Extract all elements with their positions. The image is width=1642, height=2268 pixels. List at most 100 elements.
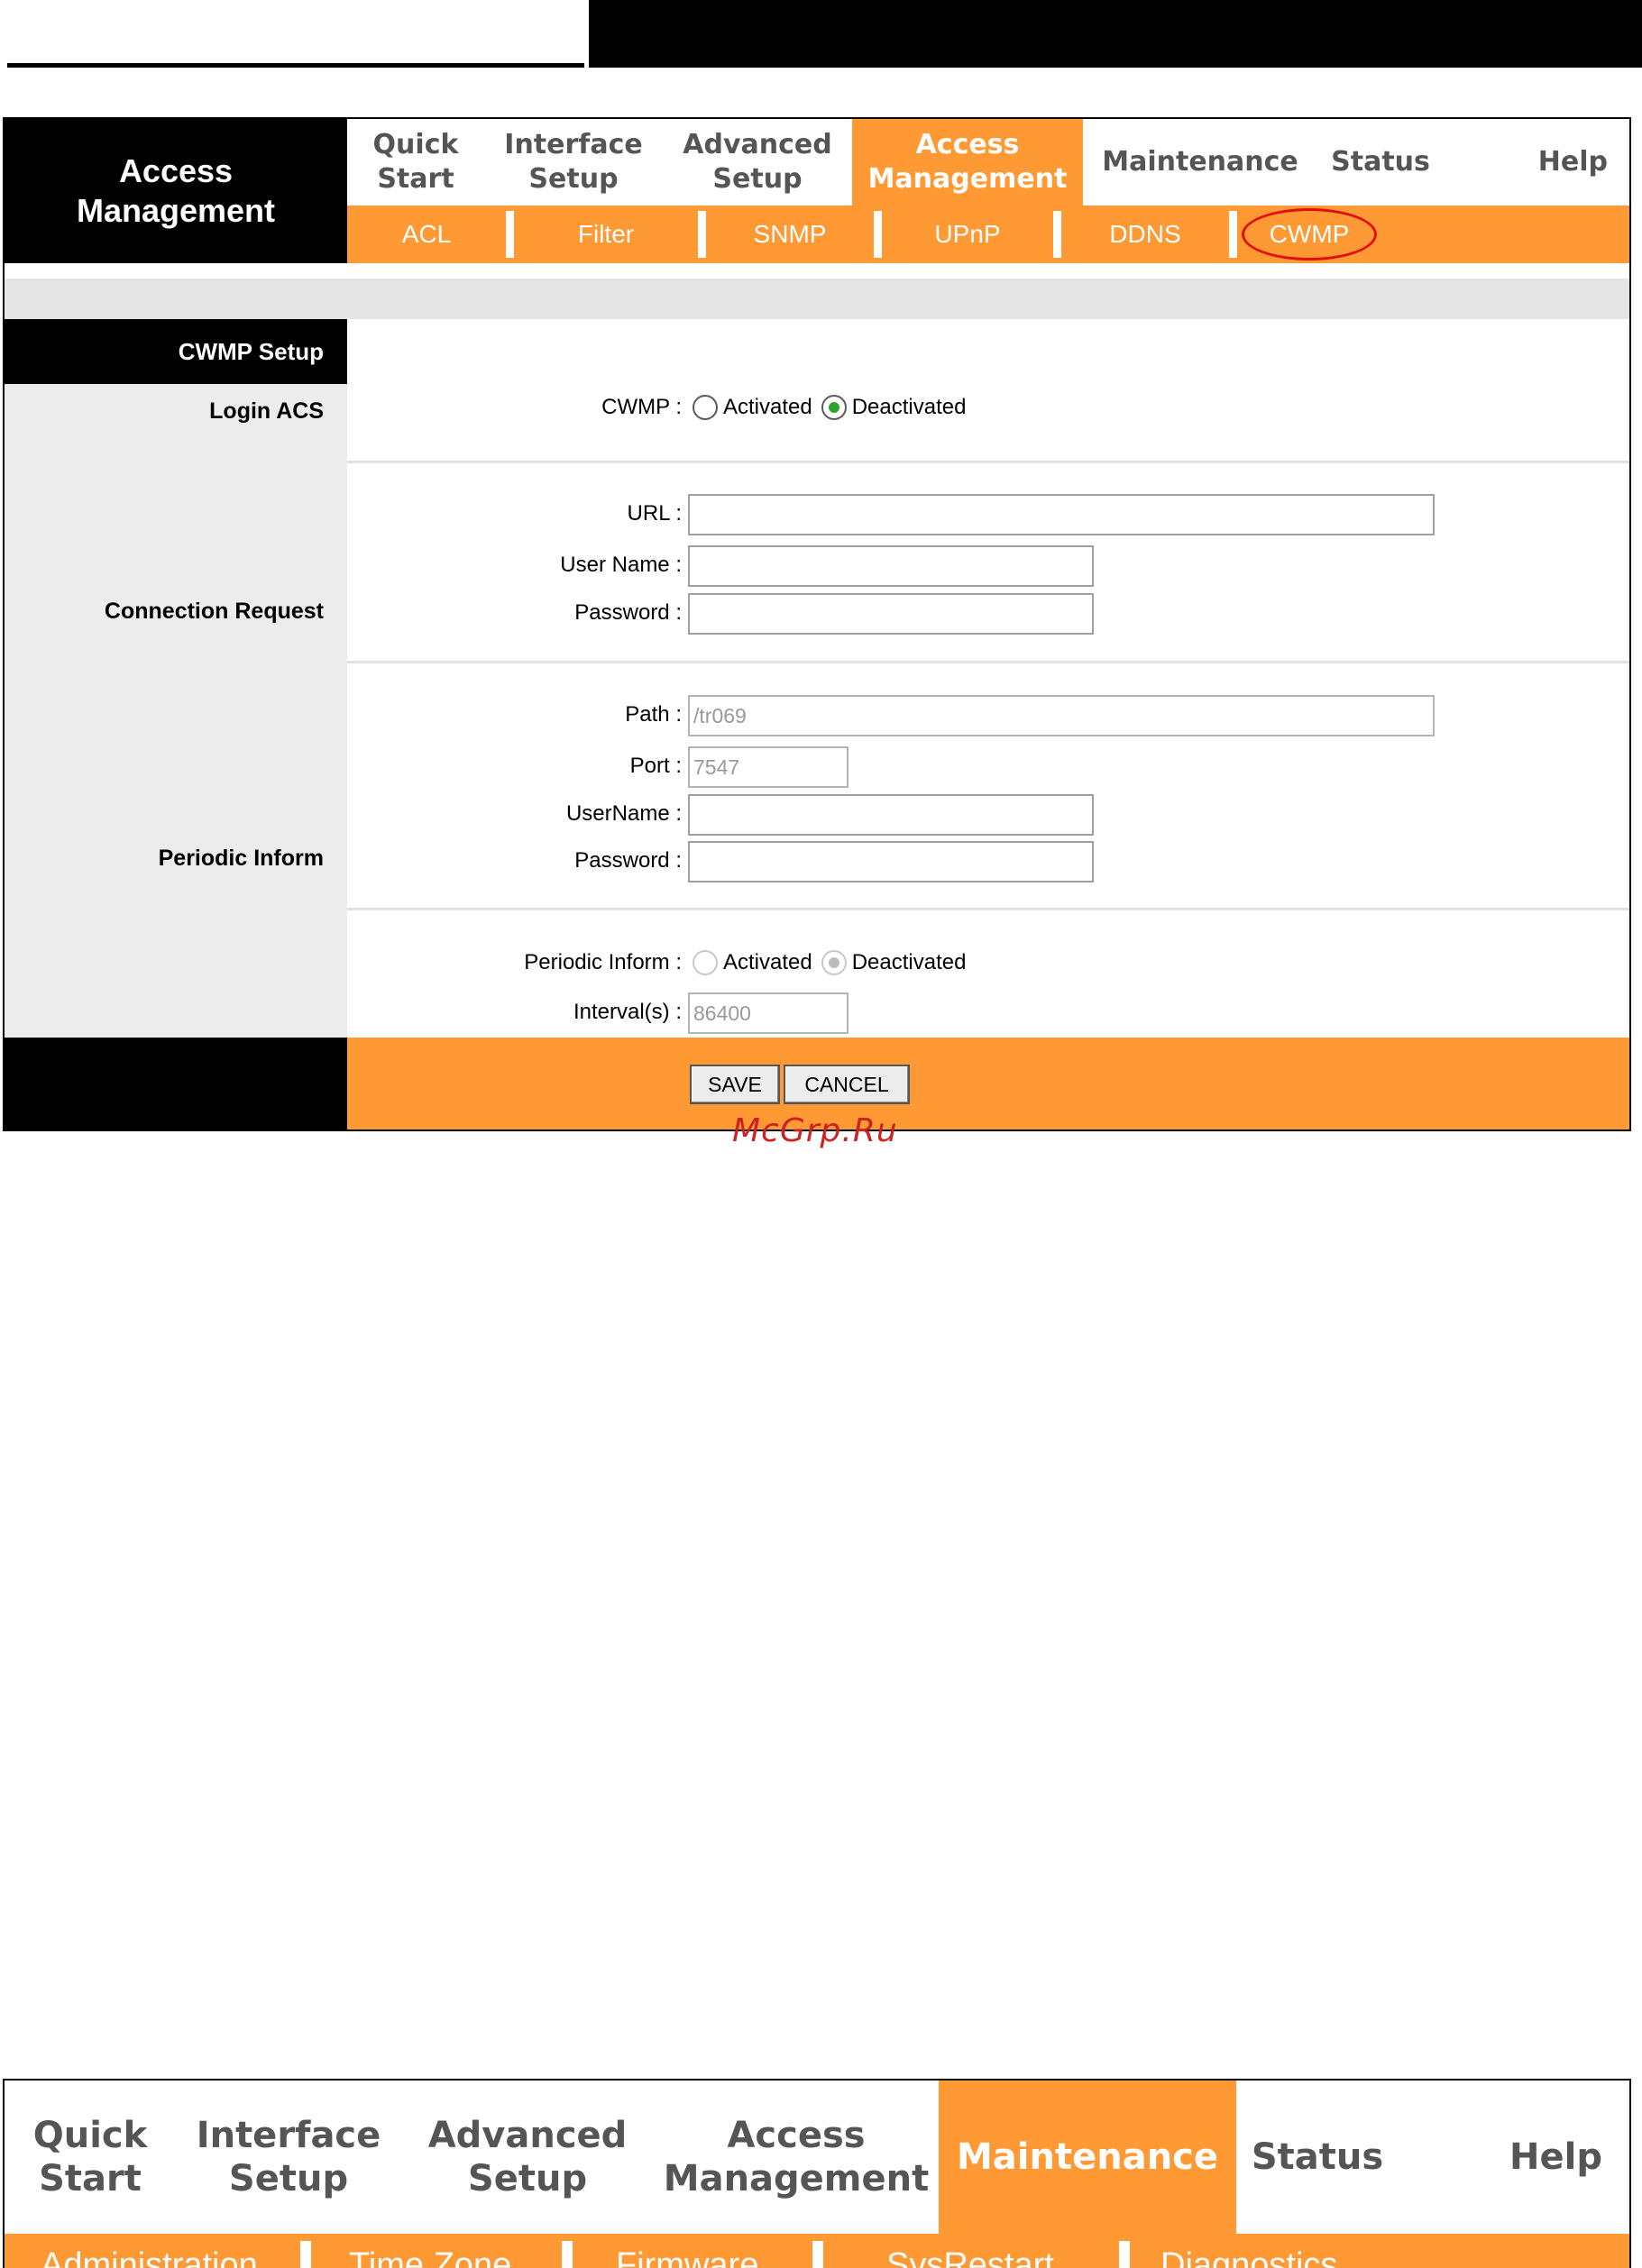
subtab-time-zone[interactable]: Time Zone xyxy=(349,2234,511,2268)
tab-label-line-2: Setup xyxy=(228,2158,349,2199)
brand-section-title: Access Management xyxy=(5,119,347,263)
tab-label-line-1: Interface xyxy=(504,129,643,160)
tab-status[interactable]: Status xyxy=(1317,119,1444,206)
subtab-separator xyxy=(1053,211,1061,258)
subtab-separator xyxy=(812,2241,823,2268)
left-label-column: CWMP Setup Login ACS Connection Request … xyxy=(5,319,347,1038)
tab-label-line-1: Access xyxy=(727,2115,866,2156)
brand-line-2: Management xyxy=(76,192,276,229)
cwmp-setup-screenshot: Access Management Quick Start Interface Se… xyxy=(3,117,1631,1131)
tab-label-line-2: Management xyxy=(663,2158,930,2199)
section-periodic-inform: Periodic Inform xyxy=(158,846,324,871)
tab-label-line-1: Advanced xyxy=(683,129,832,160)
tab-interface-setup[interactable]: Interface Setup xyxy=(176,2081,401,2234)
tab-label: Help xyxy=(1537,146,1608,178)
tab-maintenance[interactable]: Maintenance xyxy=(1083,119,1317,206)
cwmp-radio-group: Activated Deactivated xyxy=(693,395,975,420)
subtab-separator xyxy=(506,211,514,258)
tab-label: Maintenance xyxy=(1102,146,1298,178)
subtab-separator xyxy=(874,211,882,258)
tab-advanced-setup[interactable]: Advanced Setup xyxy=(663,119,852,206)
section-divider xyxy=(347,461,1629,463)
subtab-label: DDNS xyxy=(1109,220,1181,248)
section-login-acs: Login ACS xyxy=(209,398,324,424)
connection-password-label: Password : xyxy=(574,848,682,873)
subtab-upnp[interactable]: UPnP xyxy=(882,206,1053,263)
tab-status[interactable]: Status xyxy=(1236,2081,1399,2234)
tab-maintenance[interactable]: Maintenance xyxy=(939,2081,1236,2234)
tab-label-line-2: Setup xyxy=(467,2158,588,2199)
periodic-activated-radio[interactable] xyxy=(693,950,718,975)
document-header-bar xyxy=(589,0,1642,68)
tab-interface-setup[interactable]: Interface Setup xyxy=(484,119,663,206)
section-divider xyxy=(347,661,1629,663)
tab-label-line-1: Quick xyxy=(372,129,459,160)
acs-password-input[interactable] xyxy=(688,593,1094,635)
subtab-diagnostics[interactable]: Diagnostics xyxy=(1160,2234,1337,2268)
tab-access-management[interactable]: Access Management xyxy=(654,2081,939,2234)
tab-label-line-1: Advanced xyxy=(427,2115,628,2156)
cancel-button[interactable]: CANCEL xyxy=(784,1065,910,1104)
tab-access-management[interactable]: Access Management xyxy=(852,119,1083,206)
periodic-inform-radio-group: Activated Deactivated xyxy=(693,950,975,975)
connection-port-input[interactable] xyxy=(688,746,849,788)
tab-quick-start[interactable]: Quick Start xyxy=(347,119,484,206)
subtab-administration[interactable]: Administration xyxy=(41,2234,258,2268)
save-button[interactable]: SAVE xyxy=(690,1065,780,1104)
cwmp-activated-radio[interactable] xyxy=(693,395,718,420)
subtab-label: SNMP xyxy=(753,220,827,248)
acs-password-label: Password : xyxy=(574,600,682,625)
connection-username-label: UserName : xyxy=(565,801,682,826)
subtab-sysrestart[interactable]: SysRestart xyxy=(886,2234,1054,2268)
tab-label: Status xyxy=(1251,2136,1384,2178)
subtab-filter[interactable]: Filter xyxy=(514,206,698,263)
maintenance-menu-screenshot: Quick Start Interface Setup Advanced Setup … xyxy=(3,2079,1631,2268)
connection-port-label: Port : xyxy=(629,754,682,778)
interval-input[interactable] xyxy=(688,992,849,1034)
connection-password-input[interactable] xyxy=(688,841,1094,883)
subtab-separator xyxy=(562,2241,573,2268)
action-bar-left-cell xyxy=(5,1038,347,1129)
subtab-acl[interactable]: ACL xyxy=(347,206,506,263)
acs-username-input[interactable] xyxy=(688,545,1094,587)
section-connection-request: Connection Request xyxy=(104,599,324,624)
subtab-label: ACL xyxy=(401,220,452,248)
cwmp-activated-label: Activated xyxy=(723,395,812,419)
subtab-separator xyxy=(300,2241,311,2268)
section-divider xyxy=(347,908,1629,910)
connection-path-input[interactable] xyxy=(688,695,1435,736)
periodic-deactivated-radio[interactable] xyxy=(821,950,847,975)
cwmp-deactivated-radio[interactable] xyxy=(821,395,847,420)
subtab-snmp[interactable]: SNMP xyxy=(706,206,874,263)
connection-path-label: Path : xyxy=(625,702,682,727)
tab-quick-start[interactable]: Quick Start xyxy=(5,2081,176,2234)
subtab-separator xyxy=(1119,2241,1130,2268)
subtab-ddns[interactable]: DDNS xyxy=(1061,206,1229,263)
subtab-label: CWMP xyxy=(1269,220,1350,248)
main-menu: Quick Start Interface Setup Advanced Setup … xyxy=(347,119,1629,206)
acs-url-label: URL : xyxy=(627,501,682,526)
subtab-label: UPnP xyxy=(934,220,1001,248)
cwmp-label: CWMP : xyxy=(601,395,682,419)
acs-username-label: User Name : xyxy=(560,553,682,577)
subtab-cwmp[interactable]: CWMP xyxy=(1237,206,1381,263)
tab-label: Maintenance xyxy=(956,2136,1219,2178)
tab-label: Help xyxy=(1509,2136,1602,2178)
subtab-separator xyxy=(1229,211,1237,258)
tab-label-line-2: Start xyxy=(377,163,454,195)
tab-help[interactable]: Help xyxy=(1399,2081,1629,2234)
connection-username-input[interactable] xyxy=(688,794,1094,836)
tab-label-line-1: Access xyxy=(915,129,1020,160)
tab-label-line-2: Management xyxy=(867,163,1068,195)
brand-line-1: Access xyxy=(118,152,234,189)
sub-menu: ACL Filter SNMP UPnP DDNS CWMP xyxy=(347,206,1629,263)
tab-help[interactable]: Help xyxy=(1444,119,1629,206)
tab-label-line-1: Interface xyxy=(196,2115,381,2156)
watermark-text: McGrp.Ru xyxy=(732,1112,898,1149)
tab-advanced-setup[interactable]: Advanced Setup xyxy=(401,2081,654,2234)
subtab-separator xyxy=(698,211,706,258)
periodic-deactivated-label: Deactivated xyxy=(851,950,967,974)
subtab-firmware[interactable]: Firmware xyxy=(616,2234,758,2268)
panel-title: CWMP Setup xyxy=(5,319,347,384)
acs-url-input[interactable] xyxy=(688,494,1435,535)
